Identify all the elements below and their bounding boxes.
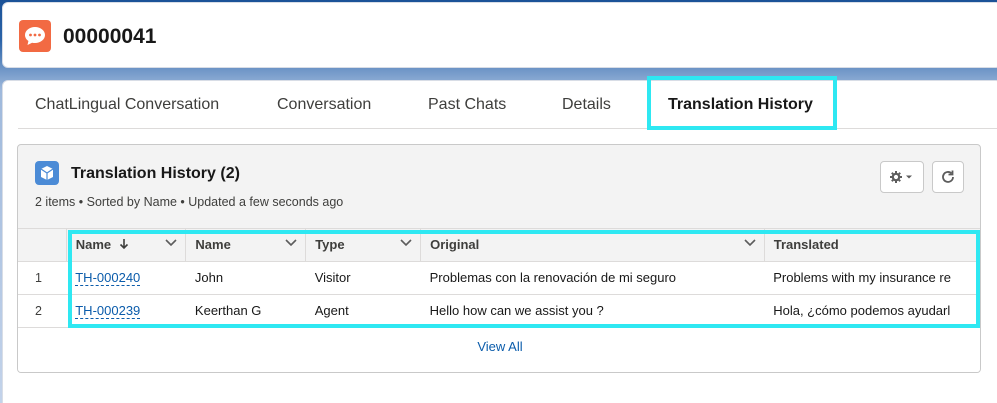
tab-details[interactable]: Details [562, 81, 611, 129]
record-header: 00000041 [2, 2, 997, 68]
tab-translation-history[interactable]: Translation History [668, 81, 813, 130]
view-all-link[interactable]: View All [18, 339, 980, 354]
record-name-cell: TH-000239 [66, 294, 186, 328]
record-title: 00000041 [63, 25, 157, 48]
record-link[interactable]: TH-000240 [75, 270, 141, 286]
name-cell: Keerthan G [185, 294, 306, 328]
table-row: 2 TH-000239 Keerthan G Agent Hello how c… [18, 294, 980, 328]
tab-conversation[interactable]: Conversation [277, 81, 371, 129]
tab-chatlingual-conversation[interactable]: ChatLingual Conversation [35, 81, 219, 129]
gear-icon [890, 171, 912, 183]
column-header-record-name[interactable]: Name [66, 229, 187, 262]
refresh-button[interactable] [932, 161, 964, 193]
related-list-title[interactable]: Translation History (2) [71, 165, 240, 183]
record-name-cell: TH-000240 [66, 261, 186, 295]
chat-bubble-icon [19, 20, 51, 52]
related-list-meta: 2 items • Sorted by Name • Updated a few… [35, 195, 344, 209]
column-header-type[interactable]: Type [305, 229, 422, 262]
translated-cell: Hola, ¿cómo podemos ayudarl [764, 294, 980, 328]
settings-menu-button[interactable] [880, 161, 924, 193]
sort-arrow-down-icon [119, 239, 128, 250]
refresh-icon [942, 170, 954, 183]
cube-icon [35, 161, 59, 185]
related-list-card: Translation History (2) 2 items • Sorted… [17, 144, 981, 373]
type-cell: Visitor [305, 261, 421, 295]
table-row: 1 TH-000240 John Visitor Problemas con l… [18, 261, 980, 295]
row-number-header [18, 229, 67, 262]
chevron-down-icon[interactable] [285, 239, 297, 247]
row-number: 2 [18, 294, 67, 328]
column-header-translated[interactable]: Translated [764, 229, 980, 262]
column-header-name[interactable]: Name [185, 229, 307, 262]
row-number: 1 [18, 261, 67, 295]
translated-cell: Problems with my insurance re [764, 261, 980, 295]
column-header-original[interactable]: Original [420, 229, 765, 262]
table-header-row: Name Name Type Original Translated [18, 229, 980, 262]
translation-history-table: Name Name Type Original Translated 1 TH-… [18, 228, 980, 372]
name-cell: John [185, 261, 306, 295]
tab-past-chats[interactable]: Past Chats [428, 81, 506, 129]
record-link[interactable]: TH-000239 [75, 303, 141, 319]
original-cell: Hello how can we assist you ? [420, 294, 765, 328]
original-cell: Problemas con la renovación de mi seguro [420, 261, 765, 295]
type-cell: Agent [305, 294, 421, 328]
chevron-down-icon[interactable] [744, 239, 756, 247]
tab-bar: ChatLingual Conversation Conversation Pa… [18, 81, 997, 130]
chevron-down-icon[interactable] [165, 239, 177, 247]
chevron-down-icon[interactable] [400, 239, 412, 247]
